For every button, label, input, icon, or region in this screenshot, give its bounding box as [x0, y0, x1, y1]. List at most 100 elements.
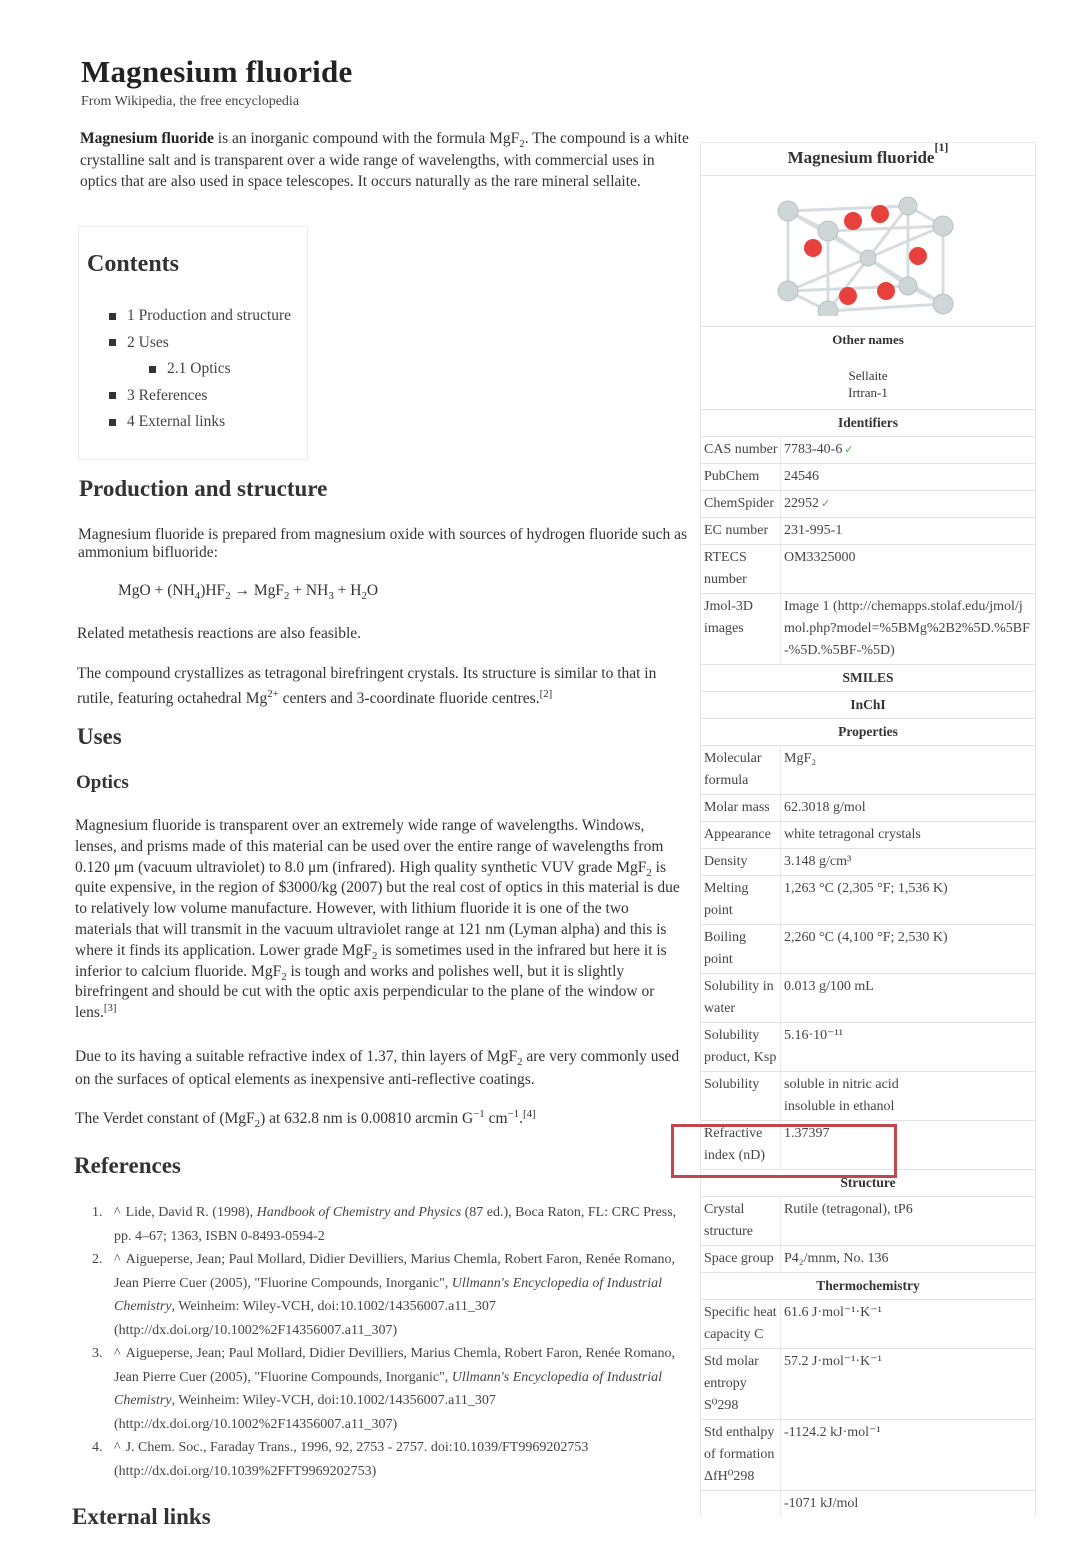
toc-item-references[interactable]: 3 References	[109, 383, 291, 410]
reference-text[interactable]: J. Chem. Soc., Faraday Trans., 1996, 92,…	[114, 1440, 588, 1479]
row-value: 0.013 g/100 mL	[784, 979, 874, 994]
backlink-caret[interactable]: ^	[114, 1205, 121, 1220]
optics-paragraph-1: Magnesium fluoride is transparent over a…	[75, 816, 687, 1024]
backlink-caret[interactable]: ^	[114, 1440, 121, 1455]
tagline: From Wikipedia, the free encyclopedia	[81, 94, 300, 109]
reference-number: 4.	[92, 1440, 103, 1455]
chemspider-link[interactable]: 22952	[784, 496, 819, 511]
toc-item-label[interactable]: 1 Production and structure	[127, 307, 291, 325]
reference-text[interactable]: , Weinheim: Wiley-VCH, doi:10.1002/14356…	[114, 1393, 496, 1432]
toc-title: Contents	[87, 251, 180, 277]
backlink-caret[interactable]: ^	[114, 1346, 121, 1361]
infobox-row-crystal-structure: Crystal structure Rutile (tetragonal), tP…	[701, 1196, 1035, 1245]
pubchem-link[interactable]: 24546	[781, 464, 1035, 490]
text: ) at 632.8 nm is 0.00810 arcmin G	[260, 1110, 474, 1127]
row-label: Space group	[701, 1246, 781, 1272]
row-value: 2,260 °C (4,100 °F; 2,530 K)	[784, 930, 948, 945]
row-label: Boiling point	[701, 925, 781, 973]
production-paragraph-3: The compound crystallizes as tetragonal …	[77, 661, 687, 711]
citation-link[interactable]: [1]	[934, 141, 948, 169]
infobox-other-names: Sellaite Irtran-1	[701, 353, 1035, 409]
row-value: 3.148 g/cm³	[784, 854, 852, 869]
crystal-structure-image[interactable]	[768, 186, 968, 316]
row-label: Melting point	[701, 876, 781, 924]
production-paragraph-2: Related metathesis reactions are also fe…	[77, 625, 362, 642]
row-label: Appearance	[701, 822, 781, 848]
row-value: P4₂/mnm, No. 136	[784, 1251, 889, 1266]
section-heading-external-links: External links	[72, 1504, 211, 1529]
row-value: MgF₂	[784, 751, 817, 766]
reference-item: 4. ^ J. Chem. Soc., Faraday Trans., 1996, …	[92, 1436, 692, 1483]
equation-part: → MgF	[230, 582, 285, 599]
row-value: Rutile (tetragonal), tP6	[784, 1202, 913, 1217]
infobox-section-other-names: Other names	[701, 326, 1035, 353]
optics-paragraph-3: The Verdet constant of (MgF2) at 632.8 n…	[75, 1107, 687, 1129]
row-label: Density	[701, 849, 781, 875]
row-value: 7783-40-6 ✓	[781, 437, 1035, 463]
toc-item-external-links[interactable]: 4 External links	[109, 409, 291, 436]
row-label	[701, 1491, 781, 1517]
infobox-image[interactable]	[701, 175, 1035, 326]
infobox-title-text: Magnesium fluoride	[787, 148, 935, 167]
bullet-icon	[109, 392, 116, 400]
reference-text[interactable]: , Weinheim: Wiley-VCH, doi:10.1002/14356…	[114, 1299, 496, 1338]
infobox-row-cas: CAS number 7783-40-6 ✓	[701, 436, 1035, 463]
toc-item-label[interactable]: 3 References	[127, 387, 207, 405]
toc-item-label[interactable]: 2 Uses	[127, 334, 169, 352]
chemical-equation: MgO + (NH4)HF2 → MgF2 + NH3 + H2O	[118, 582, 379, 602]
table-of-contents: Contents 1 Production and structure 2 Us…	[78, 226, 308, 460]
row-label: ChemSpider	[701, 491, 781, 517]
reference-number: 1.	[92, 1205, 103, 1220]
row-label: Solubility product, Ksp	[701, 1023, 781, 1071]
toc-item-uses[interactable]: 2 Uses	[109, 330, 291, 357]
reference-item: 3. ^ Aigueperse, Jean; Paul Mollard, Didie…	[92, 1342, 692, 1436]
infobox-row-heat-capacity: Specific heat capacity C 61.6 J·mol⁻¹·K⁻¹	[701, 1299, 1035, 1348]
jmol-link[interactable]: Image 1 (http://chemapps.stolaf.edu/jmol…	[781, 594, 1035, 664]
infobox-row-enthalpy-formation: Std enthalpy of formation ΔfH⁰298 -1124.2…	[701, 1419, 1035, 1490]
text: Magnesium fluoride is transparent over a…	[75, 817, 664, 876]
row-value: white tetragonal crystals	[784, 827, 921, 842]
bullet-icon	[109, 339, 116, 347]
citation-link[interactable]: [2]	[540, 688, 553, 700]
row-value: 62.3018 g/mol	[784, 800, 866, 815]
citation-link[interactable]: [3]	[104, 1002, 117, 1014]
equation-part: + H	[333, 582, 362, 599]
reference-number: 2.	[92, 1252, 103, 1267]
infobox-row-solubility-water: Solubility in water 0.013 g/100 mL	[701, 973, 1035, 1022]
toc-list: 1 Production and structure 2 Uses 2.1 Op…	[109, 303, 291, 436]
infobox-row-boiling-point: Boiling point 2,260 °C (4,100 °F; 2,530 K…	[701, 924, 1035, 973]
infobox-row-space-group: Space group P4₂/mnm, No. 136	[701, 1245, 1035, 1272]
citation-link[interactable]: [4]	[523, 1108, 536, 1120]
row-label: Crystal structure	[701, 1197, 781, 1245]
equation-part: + NH	[289, 582, 329, 599]
row-value: 22952 ✓	[781, 491, 1035, 517]
infobox-row-chemspider: ChemSpider 22952 ✓	[701, 490, 1035, 517]
section-heading-references: References	[74, 1153, 181, 1178]
row-label: Solubility in water	[701, 974, 781, 1022]
infobox-inchi-toggle[interactable]: InChI	[701, 691, 1035, 718]
toc-item-optics[interactable]: 2.1 Optics	[109, 356, 291, 383]
superscript: −1	[507, 1107, 520, 1120]
reference-title: Handbook of Chemistry and Physics	[256, 1205, 462, 1220]
infobox-row-molar-entropy: Std molar entropy S⁰298 57.2 J·mol⁻¹·K⁻¹	[701, 1348, 1035, 1419]
row-label: Std enthalpy of formation ΔfH⁰298	[701, 1420, 781, 1490]
infobox-row-molecular-formula: Molecular formula MgF₂	[701, 745, 1035, 794]
backlink-caret[interactable]: ^	[114, 1252, 121, 1267]
toc-item-production[interactable]: 1 Production and structure	[109, 303, 291, 330]
lead-text: is an inorganic compound with the formul…	[213, 130, 520, 147]
text: Due to its having a suitable refractive …	[75, 1048, 518, 1065]
infobox-smiles-toggle[interactable]: SMILES	[701, 664, 1035, 691]
equation-part: )HF	[200, 582, 226, 599]
row-label: CAS number	[701, 437, 781, 463]
infobox-row-rtecs: RTECS number OM3325000	[701, 544, 1035, 593]
reference-list: 1. ^ Lide, David R. (1998), Handbook of Ch…	[92, 1201, 692, 1483]
infobox-row-pubchem: PubChem 24546	[701, 463, 1035, 490]
section-heading-uses: Uses	[77, 724, 122, 749]
cas-number-link[interactable]: 7783-40-6	[784, 442, 842, 457]
section-heading-optics: Optics	[76, 772, 129, 793]
equation-part: O	[366, 582, 379, 599]
superscript: 2+	[267, 687, 279, 700]
toc-item-label[interactable]: 2.1 Optics	[167, 360, 231, 378]
toc-item-label[interactable]: 4 External links	[127, 413, 225, 431]
row-value: 61.6 J·mol⁻¹·K⁻¹	[784, 1305, 882, 1320]
